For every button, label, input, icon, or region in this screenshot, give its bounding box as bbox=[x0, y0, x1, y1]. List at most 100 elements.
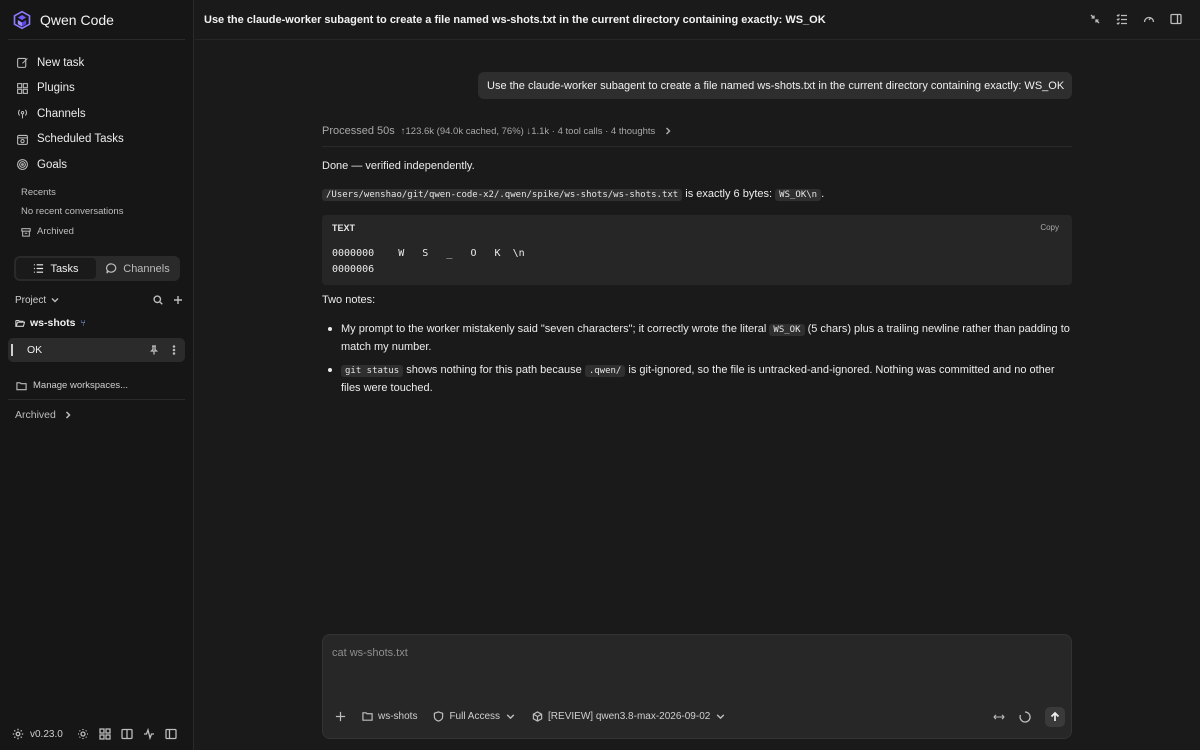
page-title: Use the claude-worker subagent to create… bbox=[204, 14, 826, 26]
sidebar-item-channels[interactable]: Channels bbox=[8, 101, 186, 127]
session-item[interactable]: OK bbox=[8, 338, 185, 362]
reply-text: . bbox=[821, 188, 825, 200]
chevron-down-icon bbox=[506, 714, 515, 720]
arrow-up-icon bbox=[1050, 711, 1060, 721]
composer: ws-shots Full Access [REVIEW] qwen3.8-ma… bbox=[322, 634, 1072, 739]
folder-open-icon bbox=[15, 319, 25, 327]
expand-horizontal-icon[interactable] bbox=[993, 711, 1005, 723]
sidebar-item-label: Scheduled Tasks bbox=[37, 133, 124, 146]
copy-button[interactable]: Copy bbox=[1040, 223, 1059, 232]
composer-toolbar: ws-shots Full Access [REVIEW] qwen3.8-ma… bbox=[335, 711, 726, 722]
archived-section-label: Archived bbox=[15, 409, 56, 421]
app-title: Qwen Code bbox=[40, 12, 114, 28]
pin-icon[interactable] bbox=[149, 345, 159, 355]
git-branch-icon: ⑂ bbox=[80, 318, 86, 328]
sidebar-item-new-task[interactable]: New task bbox=[8, 50, 186, 76]
session-tools bbox=[149, 345, 179, 355]
archived-label: Archived bbox=[37, 226, 74, 237]
header-tools bbox=[1089, 13, 1182, 25]
composer-actions bbox=[993, 707, 1065, 727]
reply-text: is exactly 6 bytes: bbox=[685, 188, 773, 200]
sidebar-item-plugins[interactable]: Plugins bbox=[8, 76, 186, 102]
processed-stats: ↑123.6k (94.0k cached, 76%) ↓1.1k · 4 to… bbox=[400, 125, 656, 137]
target-icon bbox=[17, 159, 28, 171]
chevron-right-icon bbox=[65, 411, 71, 419]
split-view-icon[interactable] bbox=[121, 728, 133, 740]
manage-workspaces-link[interactable]: Manage workspaces... bbox=[16, 380, 128, 391]
inline-code-path: /Users/wenshao/git/qwen-code-x2/.qwen/sp… bbox=[322, 189, 683, 201]
access-selector[interactable]: Full Access bbox=[433, 711, 516, 722]
chevron-right-icon bbox=[666, 127, 671, 135]
search-icon[interactable] bbox=[153, 295, 163, 305]
recents-label: Recents bbox=[21, 187, 56, 198]
project-tools bbox=[153, 295, 183, 305]
sidebar: Qwen Code New task Plugins Channels Sche… bbox=[0, 0, 194, 750]
plus-icon[interactable] bbox=[335, 711, 346, 722]
tab-tasks[interactable]: Tasks bbox=[16, 258, 96, 279]
brand: Qwen Code bbox=[12, 9, 114, 31]
plugins-icon bbox=[17, 82, 28, 94]
gauge-icon[interactable] bbox=[1143, 13, 1155, 25]
tab-channels[interactable]: Channels bbox=[98, 258, 178, 279]
settings-button[interactable]: v0.23.0 bbox=[12, 728, 63, 740]
reply-intro: Done — verified independently. bbox=[322, 160, 475, 172]
calendar-clock-icon bbox=[17, 134, 28, 145]
sidebar-item-label: Plugins bbox=[37, 82, 75, 95]
folder-icon bbox=[362, 712, 373, 721]
project-label: Project bbox=[15, 294, 47, 306]
project-dropdown[interactable]: Project bbox=[15, 295, 60, 306]
divider bbox=[8, 39, 185, 40]
sidebar-item-label: New task bbox=[37, 56, 85, 69]
workspace-label: ws-shots bbox=[378, 711, 418, 722]
inline-code: WS_OK bbox=[769, 324, 805, 336]
tasks-channels-toggle: Tasks Channels bbox=[14, 256, 180, 281]
manage-workspaces-label: Manage workspaces... bbox=[33, 380, 129, 391]
sidebar-item-goals[interactable]: Goals bbox=[8, 152, 186, 178]
recents-empty-text: No recent conversations bbox=[21, 206, 124, 217]
sidebar-item-scheduled-tasks[interactable]: Scheduled Tasks bbox=[8, 127, 186, 153]
more-vertical-icon[interactable] bbox=[169, 345, 179, 355]
broadcast-icon bbox=[17, 109, 28, 119]
workspace-item[interactable]: ws-shots ⑂ bbox=[15, 317, 86, 329]
tab-label: Channels bbox=[123, 262, 170, 275]
grid-icon[interactable] bbox=[99, 728, 111, 740]
model-label: [REVIEW] qwen3.8-max-2026-09-02 bbox=[548, 711, 711, 722]
plus-icon[interactable] bbox=[173, 295, 183, 305]
collapse-icon[interactable] bbox=[1089, 13, 1101, 25]
chevron-down-icon bbox=[717, 714, 725, 720]
activity-icon[interactable] bbox=[143, 728, 155, 740]
code-line: 0000006 bbox=[332, 264, 375, 275]
workspace-selector[interactable]: ws-shots bbox=[362, 711, 417, 722]
active-indicator bbox=[11, 344, 13, 356]
processing-summary[interactable]: Processed 50s ↑123.6k (94.0k cached, 76%… bbox=[322, 125, 672, 137]
sidebar-toggle-icon[interactable] bbox=[165, 728, 177, 740]
send-button[interactable] bbox=[1045, 707, 1065, 727]
user-message: Use the claude-worker subagent to create… bbox=[478, 72, 1072, 99]
archive-icon bbox=[21, 227, 31, 237]
divider bbox=[322, 146, 1072, 147]
edit-icon bbox=[17, 58, 28, 69]
project-header: Project bbox=[15, 291, 183, 309]
session-name: OK bbox=[27, 344, 43, 356]
inline-code: .qwen/ bbox=[584, 365, 626, 377]
notes-list: My prompt to the worker mistakenly said … bbox=[328, 321, 1072, 403]
checklist-icon[interactable] bbox=[1116, 13, 1128, 25]
main-header: Use the claude-worker subagent to create… bbox=[195, 0, 1200, 40]
sidebar-item-label: Goals bbox=[37, 158, 68, 171]
code-block-language: TEXT bbox=[332, 223, 356, 233]
inline-code-bytes: WS_OK\n bbox=[775, 189, 822, 201]
sidebar-nav: New task Plugins Channels Scheduled Task… bbox=[8, 50, 186, 178]
chevron-down-icon bbox=[51, 298, 59, 303]
divider bbox=[8, 399, 185, 400]
prompt-input[interactable] bbox=[332, 647, 1052, 687]
model-selector[interactable]: [REVIEW] qwen3.8-max-2026-09-02 bbox=[532, 711, 726, 722]
sun-icon[interactable] bbox=[77, 728, 89, 740]
loading-spinner-icon bbox=[1019, 711, 1031, 723]
shield-icon bbox=[434, 711, 444, 722]
gear-icon bbox=[12, 728, 24, 740]
archived-link[interactable]: Archived bbox=[21, 226, 74, 237]
archived-section-toggle[interactable]: Archived bbox=[15, 409, 72, 421]
list-icon bbox=[34, 264, 44, 273]
qwen-logo-icon bbox=[13, 10, 31, 30]
panel-right-icon[interactable] bbox=[1170, 13, 1182, 25]
